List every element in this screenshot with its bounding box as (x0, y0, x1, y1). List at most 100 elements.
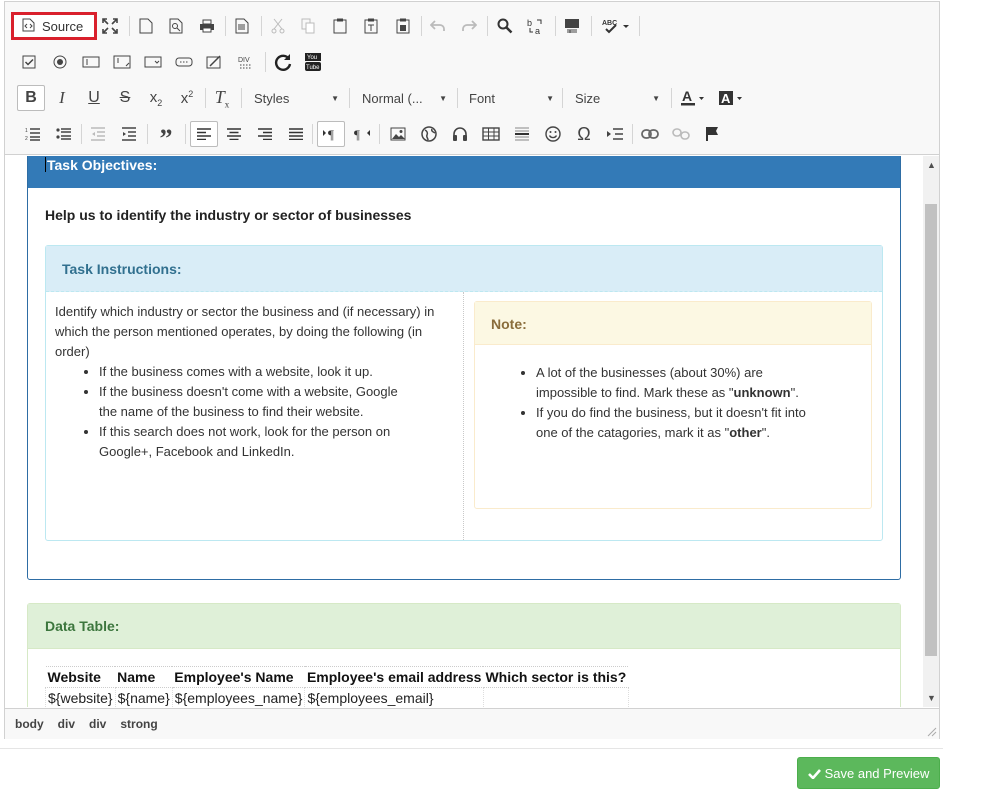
radio-icon[interactable] (49, 49, 71, 75)
checkmark-icon (807, 768, 821, 779)
scroll-up-icon[interactable]: ▲ (927, 160, 936, 170)
source-icon (22, 18, 35, 35)
preview-icon[interactable] (165, 13, 187, 39)
text-color-icon[interactable]: A (678, 85, 708, 111)
image-icon[interactable] (387, 121, 409, 147)
font-dropdown[interactable]: Font ▼ (463, 86, 558, 110)
smiley-icon[interactable] (542, 121, 564, 147)
styles-dropdown[interactable]: Styles ▼ (248, 86, 343, 110)
rtl-direction-icon[interactable]: ¶ (351, 121, 373, 147)
bold-button[interactable]: B (17, 85, 45, 111)
align-center-icon[interactable] (223, 121, 245, 147)
other-label: other (729, 425, 762, 440)
bulleted-list-icon[interactable] (53, 121, 75, 147)
select-field-icon[interactable] (142, 49, 164, 75)
background-color-icon[interactable]: A (716, 85, 746, 111)
image-button-icon[interactable] (204, 49, 226, 75)
svg-text:You: You (307, 55, 317, 61)
table-cell: ${name} (114, 687, 173, 707)
superscript-icon[interactable]: x2 (176, 85, 198, 111)
align-left-icon[interactable] (190, 121, 218, 147)
replace-icon[interactable]: ba (525, 13, 547, 39)
instructions-cell: Identify which industry or sector the bu… (46, 292, 464, 540)
paste-word-icon[interactable] (392, 13, 414, 39)
paste-text-icon[interactable] (360, 13, 382, 39)
data-table-panel: Data Table: Website Name Employee's Name… (27, 603, 901, 707)
subscript-icon[interactable]: x2 (145, 85, 167, 111)
vertical-scrollbar[interactable]: ▲ ▼ (923, 156, 939, 707)
undo-icon[interactable] (427, 13, 449, 39)
column-header: Website (45, 666, 116, 688)
italic-icon[interactable]: I (51, 85, 73, 111)
svg-text:b: b (527, 18, 532, 28)
footer-divider (0, 748, 943, 749)
unlink-icon[interactable] (670, 121, 692, 147)
svg-text:2: 2 (25, 136, 28, 141)
chevron-down-icon: ▼ (652, 93, 660, 103)
checkbox-icon[interactable] (18, 49, 40, 75)
new-page-icon[interactable] (135, 13, 157, 39)
horizontal-line-icon[interactable] (511, 121, 533, 147)
task-objectives-title: Task Objectives: (47, 157, 158, 173)
find-icon[interactable] (494, 13, 516, 39)
ltr-direction-icon[interactable]: ¶ (317, 121, 345, 147)
editor-content[interactable]: Task Objectives: Help us to identify the… (5, 156, 923, 707)
svg-text:DIV: DIV (238, 57, 250, 64)
path-item-div[interactable]: div (89, 717, 106, 731)
paste-icon[interactable] (329, 13, 351, 39)
unknown-label: unknown (733, 385, 791, 400)
audio-icon[interactable] (449, 121, 471, 147)
page-break-icon[interactable] (604, 121, 626, 147)
link-icon[interactable] (639, 121, 661, 147)
save-and-preview-button[interactable]: Save and Preview (797, 757, 940, 789)
table-row: ${website} ${name} ${employees_name} ${e… (45, 687, 629, 707)
numbered-list-icon[interactable]: 12 (22, 121, 44, 147)
refresh-icon[interactable] (271, 49, 295, 75)
resize-handle-icon[interactable] (927, 727, 937, 737)
underline-icon[interactable]: U (83, 85, 105, 111)
format-value: Normal (... (362, 90, 423, 106)
div-container-icon[interactable]: DIV (235, 49, 257, 75)
anchor-flag-icon[interactable] (701, 121, 723, 147)
table-icon[interactable] (480, 121, 502, 147)
path-item-div[interactable]: div (58, 717, 75, 731)
indent-icon[interactable] (118, 121, 140, 147)
button-field-icon[interactable] (173, 49, 195, 75)
note-header: Note: (475, 302, 871, 345)
spellcheck-icon[interactable]: ABC (599, 13, 633, 39)
instructions-text: Identify which industry or sector the bu… (55, 304, 435, 359)
cut-icon[interactable] (267, 13, 289, 39)
blockquote-icon[interactable]: ” (153, 121, 179, 152)
justify-icon[interactable] (285, 121, 307, 147)
table-cell: ${employees_email} (304, 687, 484, 707)
format-dropdown[interactable]: Normal (... ▼ (356, 86, 451, 110)
table-cell (482, 687, 629, 707)
save-and-preview-label: Save and Preview (824, 765, 930, 781)
source-button[interactable]: Source (11, 12, 97, 40)
instructions-list: If the business comes with a website, lo… (55, 362, 454, 462)
youtube-icon[interactable]: You Tube (302, 49, 324, 75)
path-item-strong[interactable]: strong (120, 717, 157, 731)
path-item-body[interactable]: body (15, 717, 44, 731)
textarea-icon[interactable] (111, 49, 133, 75)
table-cell: ${employees_name} (171, 687, 306, 707)
list-item: If you do find the business, but it does… (536, 403, 815, 443)
print-icon[interactable] (196, 13, 218, 39)
select-all-icon[interactable] (561, 13, 583, 39)
maximize-icon[interactable] (99, 13, 121, 39)
scroll-down-icon[interactable]: ▼ (927, 693, 936, 703)
outdent-icon[interactable] (87, 121, 109, 147)
align-right-icon[interactable] (254, 121, 276, 147)
size-dropdown[interactable]: Size ▼ (569, 86, 664, 110)
globe-icon[interactable] (418, 121, 440, 147)
font-value: Font (469, 90, 496, 106)
remove-format-icon[interactable]: Tx (210, 85, 234, 111)
copy-icon[interactable] (297, 13, 319, 39)
templates-icon[interactable] (231, 13, 253, 39)
table-header-row: Website Name Employee's Name Employee's … (45, 666, 629, 688)
text-field-icon[interactable] (80, 49, 102, 75)
special-char-icon[interactable]: Ω (573, 121, 595, 147)
strikethrough-icon[interactable]: S (114, 85, 136, 111)
scrollbar-thumb[interactable] (925, 204, 937, 656)
redo-icon[interactable] (458, 13, 480, 39)
